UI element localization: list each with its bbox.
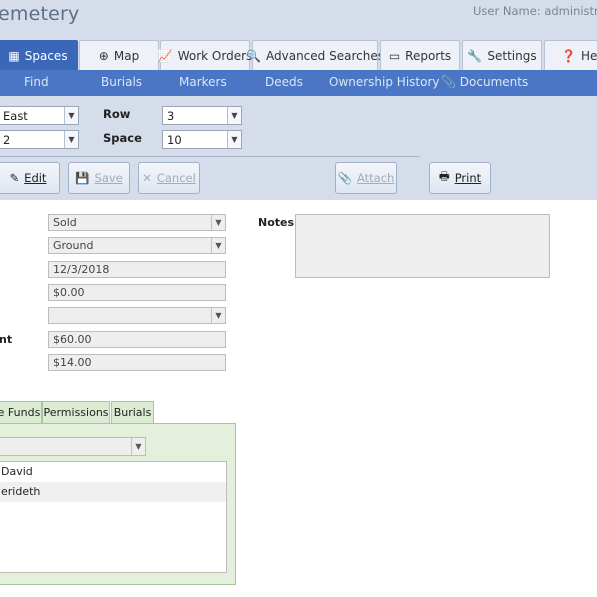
chart-icon: 📈 <box>157 48 173 63</box>
status-select[interactable]: Sold ▼ <box>48 214 226 231</box>
notes-label: Notes <box>258 216 295 229</box>
subnav-documents[interactable]: 📎 Documents <box>441 75 528 89</box>
panel-select[interactable]: ▼ <box>0 437 146 456</box>
space-select[interactable]: 10 ▼ <box>162 130 242 149</box>
help-icon: ❓ <box>561 48 576 63</box>
paperclip-icon: 📎 <box>337 171 352 185</box>
main-tab-bar: ▦ Spaces ⊕ Map 📈 Work Orders 🔍 Advanced … <box>0 40 597 70</box>
row-select-value: 3 <box>167 109 175 123</box>
paperclip-icon: 📎 <box>441 75 456 89</box>
tab-burials[interactable]: Burials <box>111 401 154 424</box>
print-button-label: Print <box>454 171 482 185</box>
space-select-value: 10 <box>167 133 182 147</box>
edit-button[interactable]: ✎ Edit <box>0 162 60 194</box>
chevron-down-icon: ▼ <box>211 308 225 323</box>
pencil-icon: ✎ <box>9 171 20 185</box>
subnav-burials[interactable]: Burials <box>101 75 142 89</box>
chevron-down-icon: ▼ <box>227 107 241 124</box>
tab-spaces-label: Spaces <box>24 48 68 63</box>
tab-settings[interactable]: 🔧 Settings <box>462 40 542 70</box>
price-field[interactable]: $0.00 <box>48 284 226 301</box>
save-button[interactable]: 💾 Save <box>68 162 130 194</box>
row-label: Row <box>103 107 131 121</box>
floppy-icon: 💾 <box>75 171 90 185</box>
type-select[interactable]: Ground ▼ <box>48 237 226 254</box>
search-icon: 🔍 <box>246 48 261 63</box>
app-header: emetery User Name: administrat <box>0 0 597 40</box>
cancel-button[interactable]: ✕ Cancel <box>138 162 200 194</box>
tab-permissions[interactable]: Permissions <box>42 401 110 424</box>
sub-nav: Find Burials Markers Deeds Ownership His… <box>0 70 597 96</box>
chevron-down-icon: ▼ <box>64 107 78 124</box>
list-item[interactable]: erideth <box>0 482 226 502</box>
grid-icon: ▦ <box>8 48 20 63</box>
status-select-value: Sold <box>53 216 77 229</box>
tab-spaces[interactable]: ▦ Spaces <box>0 40 78 70</box>
subnav-ownership-history[interactable]: Ownership History <box>329 75 440 89</box>
lot-select[interactable]: 2 ▼ <box>0 130 79 149</box>
notes-textarea[interactable] <box>295 214 550 278</box>
printer-icon: 🖶 <box>438 168 450 183</box>
chevron-down-icon: ▼ <box>227 131 241 148</box>
tab-reports-label: Reports <box>405 48 452 63</box>
tab-reports[interactable]: ▭ Reports <box>380 40 460 70</box>
tab-advanced-searches[interactable]: 🔍 Advanced Searches <box>246 40 384 70</box>
tab-advanced-searches-label: Advanced Searches <box>266 48 384 63</box>
attach-button[interactable]: 📎 Attach <box>335 162 397 194</box>
document-icon: ▭ <box>388 48 401 63</box>
amount-field[interactable]: $60.00 <box>48 331 226 348</box>
lot-select-value: 2 <box>3 133 11 147</box>
subnav-find[interactable]: Find <box>24 75 49 89</box>
tab-work-orders-label: Work Orders <box>177 48 253 63</box>
chevron-down-icon: ▼ <box>211 215 225 230</box>
space-label: Space <box>103 131 142 145</box>
chevron-down-icon: ▼ <box>131 438 145 455</box>
attach-button-label: Attach <box>356 171 395 185</box>
panel-list[interactable]: David erideth <box>0 461 227 573</box>
type-select-value: Ground <box>53 239 94 252</box>
print-button[interactable]: 🖶 Print <box>429 162 491 194</box>
close-icon: ✕ <box>142 171 152 185</box>
blank-select[interactable]: ▼ <box>48 307 226 324</box>
globe-icon: ⊕ <box>98 48 109 63</box>
section-select[interactable]: East ▼ <box>0 106 79 125</box>
chevron-down-icon: ▼ <box>64 131 78 148</box>
app-title: emetery <box>0 3 80 25</box>
row-select[interactable]: 3 ▼ <box>162 106 242 125</box>
cancel-button-label: Cancel <box>156 171 196 185</box>
list-item[interactable]: David <box>0 462 226 482</box>
filter-divider <box>0 156 420 157</box>
date-field[interactable]: 12/3/2018 <box>48 261 226 278</box>
subnav-documents-label: Documents <box>459 75 529 89</box>
user-name: User Name: administrat <box>473 4 597 18</box>
chevron-down-icon: ▼ <box>211 238 225 253</box>
tab-funds[interactable]: e Funds <box>0 401 42 424</box>
subnav-deeds[interactable]: Deeds <box>265 75 303 89</box>
tab-map-label: Map <box>113 48 140 63</box>
edit-button-label: Edit <box>24 171 47 185</box>
tab-map[interactable]: ⊕ Map <box>79 40 159 70</box>
fee-field[interactable]: $14.00 <box>48 354 226 371</box>
section-select-value: East <box>3 109 28 123</box>
save-button-label: Save <box>94 171 123 185</box>
subnav-markers[interactable]: Markers <box>179 75 227 89</box>
tab-help[interactable]: ❓ Help <box>544 40 597 70</box>
wrench-icon: 🔧 <box>467 48 483 63</box>
tab-work-orders[interactable]: 📈 Work Orders <box>157 40 253 70</box>
tab-help-label: Help <box>580 48 597 63</box>
amount-label: nt <box>0 333 13 346</box>
tab-settings-label: Settings <box>487 48 537 63</box>
